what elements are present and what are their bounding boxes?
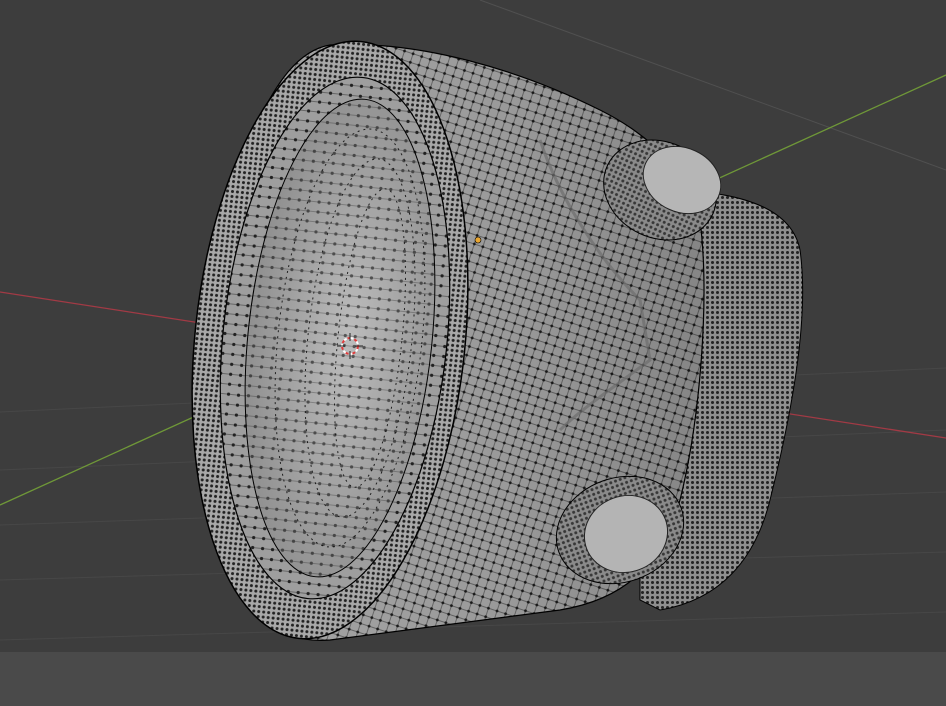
origin-marker <box>474 236 482 244</box>
mesh-object[interactable] <box>164 28 804 653</box>
viewport-bottom-strip <box>0 652 946 706</box>
viewport-scene[interactable] <box>0 0 946 706</box>
3d-viewport[interactable] <box>0 0 946 706</box>
